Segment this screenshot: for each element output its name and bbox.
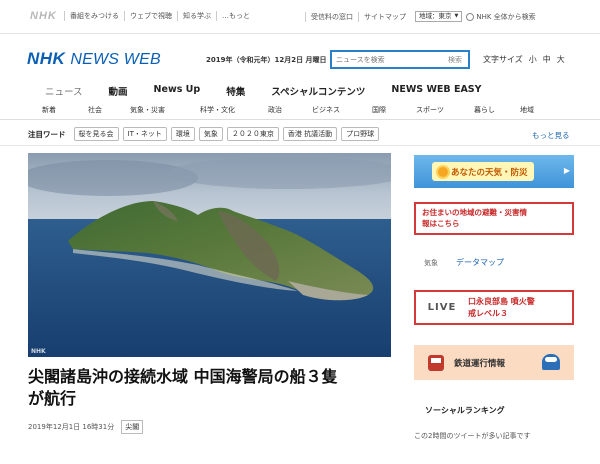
nhk-watermark: NHK <box>31 348 46 355</box>
social-ranking-title: ソーシャルランキング <box>425 406 505 415</box>
nav-politics[interactable]: 政治 <box>268 105 312 115</box>
top-link-fee[interactable]: 受信料の窓口 <box>305 11 358 22</box>
tag-item[interactable]: ２０２０東京 <box>226 127 279 141</box>
site-logo[interactable]: NHK NEWS WEB <box>27 49 161 69</box>
headline-line-1: 尖閣諸島沖の接続水域 中国海警局の船３隻 <box>28 367 338 386</box>
data-map-row: 気象 データマップ <box>424 257 504 268</box>
top-link-more[interactable]: …もっと <box>216 11 255 21</box>
nav-latest[interactable]: 新着 <box>42 105 88 115</box>
global-search-link[interactable]: NHK 全体から検索 <box>466 12 536 22</box>
divider <box>0 119 600 120</box>
headline-line-2: が航行 <box>28 389 77 408</box>
hero-image[interactable]: NHK <box>28 153 391 357</box>
nav-living[interactable]: 暮らし <box>474 105 520 115</box>
tag-item[interactable]: 環境 <box>170 127 195 141</box>
nav-sports[interactable]: スポーツ <box>416 105 474 115</box>
train-icon <box>428 354 444 371</box>
font-size-medium[interactable]: 中 <box>543 54 551 65</box>
live-text-2: 戒レベル３ <box>468 308 508 318</box>
more-link[interactable]: もっと見る <box>532 130 570 141</box>
bullet-train-icon <box>542 354 560 370</box>
top-bar: NHK 番組をみつける ウェブで視聴 知る学ぶ …もっと 受信料の窓口 サイトマ… <box>0 0 600 34</box>
top-link-sitemap[interactable]: サイトマップ <box>358 11 411 22</box>
top-link-watch-web[interactable]: ウェブで視聴 <box>124 11 177 21</box>
weather-banner[interactable]: あなたの天気・防災 ▶ <box>414 155 574 188</box>
region-select[interactable]: 地域：東京 ▼ <box>415 11 463 22</box>
current-date: 2019年（令和元年）12月2日 月曜日 <box>206 56 327 64</box>
region-value: 地域：東京 <box>419 12 452 20</box>
font-size-control: 文字サイズ 小 中 大 <box>483 54 571 65</box>
island-photo <box>28 153 391 357</box>
nav-easy[interactable]: NEWS WEB EASY <box>391 84 481 98</box>
search-box: 検索 <box>330 50 470 69</box>
weather-pill: あなたの天気・防災 <box>432 162 534 181</box>
nav-news[interactable]: ニュース <box>45 84 83 98</box>
train-info-banner[interactable]: 鉄道運行情報 <box>414 345 574 380</box>
article-headline[interactable]: 尖閣諸島沖の接続水域 中国海警局の船３隻 が航行 <box>28 366 398 410</box>
disaster-text-2: 報はこちら <box>422 219 460 228</box>
trending-words: 注目ワード 桜を見る会 IT・ネット 環境 気象 ２０２０東京 香港 抗議活動 … <box>28 127 383 141</box>
top-link-learn[interactable]: 知る学ぶ <box>177 11 216 21</box>
nav-special[interactable]: スペシャルコンテンツ <box>271 84 365 98</box>
weather-label: あなたの天気・防災 <box>451 167 528 178</box>
font-size-label: 文字サイズ <box>483 55 523 64</box>
primary-nav: ニュース 動画 News Up 特集 スペシャルコンテンツ NEWS WEB E… <box>45 84 508 98</box>
data-map-link[interactable]: データマップ <box>456 257 504 268</box>
live-text: 口永良部島 噴火警 戒レベル３ <box>468 296 535 320</box>
nav-weather-disaster[interactable]: 気象・災害 <box>130 105 200 115</box>
nav-international[interactable]: 国際 <box>372 105 416 115</box>
tag-item[interactable]: IT・ネット <box>122 127 167 141</box>
trending-title: 注目ワード <box>28 129 66 139</box>
search-input[interactable] <box>332 52 448 67</box>
data-map-label: 気象 <box>424 258 438 267</box>
nav-regional[interactable]: 地域 <box>520 105 550 115</box>
sun-icon <box>438 166 448 177</box>
global-search-label: NHK 全体から検索 <box>476 12 536 21</box>
article-datetime: 2019年12月1日 16時31分 <box>28 423 115 431</box>
nav-science-culture[interactable]: 科学・文化 <box>200 105 268 115</box>
train-label: 鉄道運行情報 <box>454 358 506 369</box>
divider <box>0 145 600 146</box>
chevron-right-icon: ▶ <box>563 166 570 175</box>
nav-society[interactable]: 社会 <box>88 105 130 115</box>
live-label: LIVE <box>427 302 457 313</box>
secondary-nav: 新着 社会 気象・災害 科学・文化 政治 ビジネス 国際 スポーツ 暮らし 地域 <box>42 105 550 115</box>
social-ranking-subtitle: この2時間のツイートが多い記事です <box>414 432 531 440</box>
font-size-small[interactable]: 小 <box>529 54 537 65</box>
top-right-links: 受信料の窓口 サイトマップ 地域：東京 ▼ NHK 全体から検索 <box>305 11 536 22</box>
search-button[interactable]: 検索 <box>448 55 468 65</box>
nav-video[interactable]: 動画 <box>109 84 128 98</box>
nav-business[interactable]: ビジネス <box>312 105 372 115</box>
disaster-info-banner[interactable]: お住まいの地域の避難・災害情 報はこちら <box>414 202 574 235</box>
top-links: 番組をみつける ウェブで視聴 知る学ぶ …もっと <box>64 11 255 21</box>
live-banner[interactable]: LIVE 口永良部島 噴火警 戒レベル３ <box>414 290 574 325</box>
article-meta: 2019年12月1日 16時31分 尖閣 <box>28 420 144 434</box>
tag-item[interactable]: 桜を見る会 <box>73 127 119 141</box>
live-text-1: 口永良部島 噴火警 <box>468 296 535 306</box>
tag-item[interactable]: プロ野球 <box>341 127 380 141</box>
tag-item[interactable]: 香港 抗議活動 <box>282 127 338 141</box>
nav-news-up[interactable]: News Up <box>154 84 201 98</box>
font-size-large[interactable]: 大 <box>557 54 565 65</box>
article-category-badge[interactable]: 尖閣 <box>121 420 144 434</box>
chevron-down-icon: ▼ <box>454 13 459 19</box>
nav-features[interactable]: 特集 <box>226 84 245 98</box>
tag-item[interactable]: 気象 <box>198 127 223 141</box>
top-link-find-programs[interactable]: 番組をみつける <box>64 11 124 21</box>
nhk-logo-small[interactable]: NHK <box>30 10 57 22</box>
disaster-text-1: お住まいの地域の避難・災害情 <box>422 208 527 217</box>
logo-news-web: NEWS WEB <box>70 51 161 68</box>
globe-icon <box>466 12 475 21</box>
logo-nhk: NHK <box>27 49 66 68</box>
